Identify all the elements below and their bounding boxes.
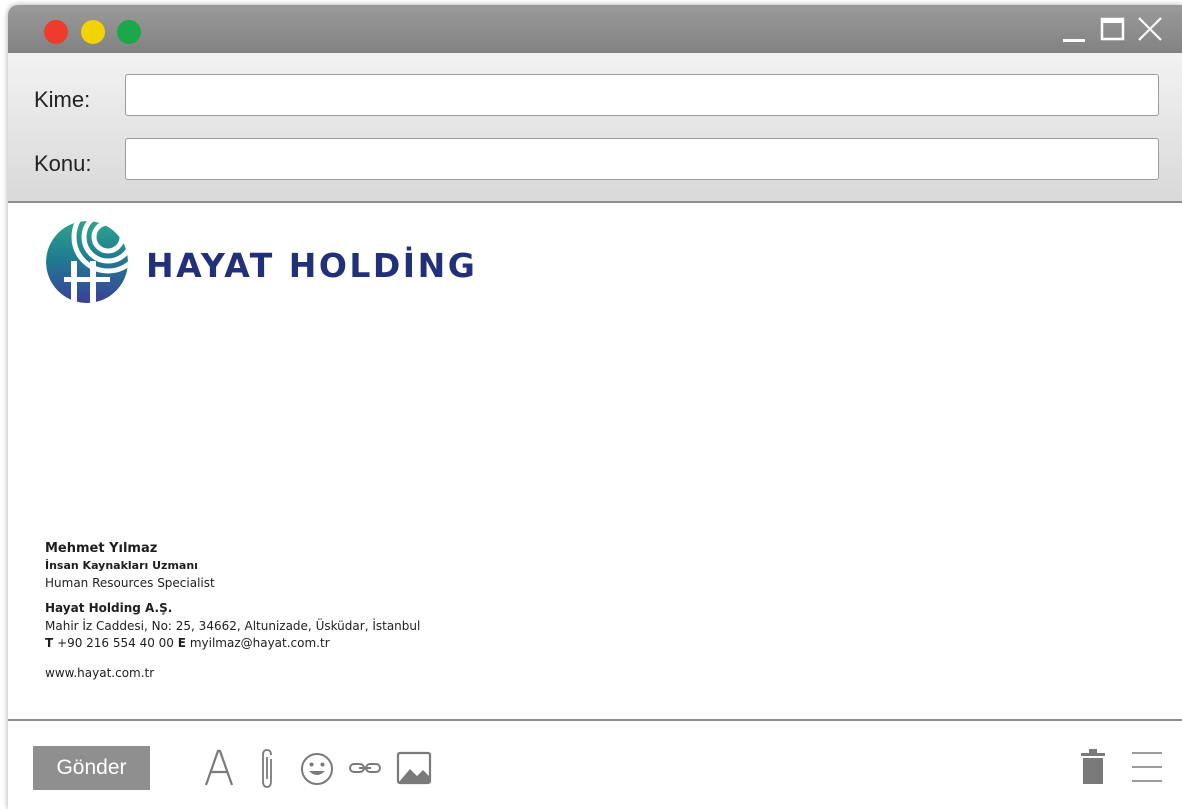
signature-contact: T +90 216 554 40 00 E myilmaz@hayat.com.… — [45, 636, 330, 650]
phone-value: +90 216 554 40 00 — [57, 636, 174, 650]
trash-icon[interactable] — [1079, 745, 1107, 789]
compose-window: Kime: Konu: HAYAT HOLDİNG Mehmet Yılmaz … — [8, 5, 1182, 809]
subject-label: Konu: — [34, 151, 92, 176]
company-logo-text: HAYAT HOLDİNG — [146, 246, 478, 285]
email-value[interactable]: myilmaz@hayat.com.tr — [190, 636, 330, 650]
attachment-icon[interactable] — [258, 745, 278, 789]
font-icon[interactable] — [204, 745, 234, 789]
emoji-icon[interactable] — [299, 745, 335, 789]
signature-title-tr: İnsan Kaynakları Uzmanı — [45, 559, 198, 572]
close-dot-button[interactable] — [44, 20, 68, 44]
link-icon[interactable] — [348, 745, 382, 789]
signature-company: Hayat Holding A.Ş. — [45, 601, 173, 615]
subject-input[interactable] — [125, 138, 1159, 180]
email-label: E — [177, 636, 186, 650]
close-icon[interactable] — [1136, 15, 1164, 43]
maximize-icon[interactable] — [1100, 15, 1126, 43]
send-button[interactable]: Gönder — [33, 746, 150, 790]
signature-website[interactable]: www.hayat.com.tr — [45, 666, 154, 680]
minimize-icon[interactable] — [1062, 15, 1088, 43]
hayat-logo-icon — [46, 221, 128, 303]
compose-header: Kime: Konu: — [8, 53, 1182, 203]
zoom-dot-button[interactable] — [117, 20, 141, 44]
phone-label: T — [45, 636, 54, 650]
signature-name: Mehmet Yılmaz — [45, 541, 158, 556]
signature-title-en: Human Resources Specialist — [45, 576, 215, 590]
to-label: Kime: — [34, 87, 91, 112]
to-input[interactable] — [125, 74, 1159, 116]
title-bar — [8, 5, 1182, 53]
signature-address: Mahir İz Caddesi, No: 25, 34662, Altuniz… — [45, 619, 421, 633]
minimize-dot-button[interactable] — [81, 20, 105, 44]
menu-icon[interactable] — [1130, 745, 1164, 789]
image-icon[interactable] — [396, 745, 432, 789]
toolbar-divider — [8, 719, 1182, 721]
